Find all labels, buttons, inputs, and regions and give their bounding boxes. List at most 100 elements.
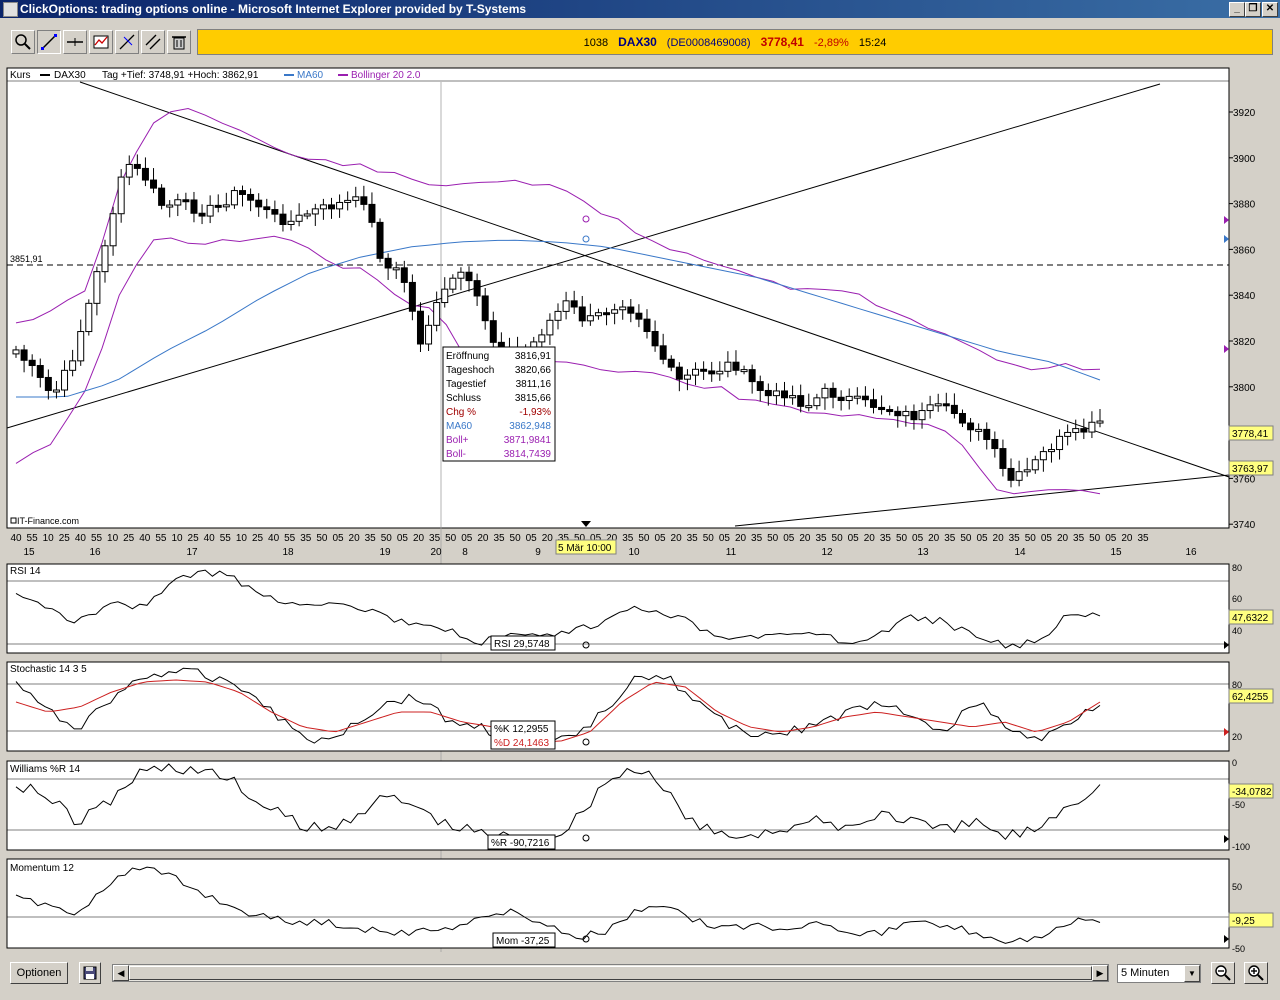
candle-body <box>992 439 998 448</box>
channel-tool-button[interactable] <box>141 30 165 54</box>
x-tick-day: 16 <box>1185 547 1197 558</box>
trendline-icon <box>40 33 58 51</box>
x-tick-day: 20 <box>430 547 442 558</box>
candle-body <box>571 301 577 307</box>
save-button[interactable] <box>79 962 101 984</box>
fibonacci-icon <box>118 33 136 51</box>
candle-body <box>118 177 124 214</box>
candle-body <box>725 362 731 371</box>
stochastic-panel-frame <box>7 662 1229 751</box>
x-tick-day: 15 <box>1110 547 1122 558</box>
scroll-left-arrow-icon[interactable]: ◀ <box>113 965 129 981</box>
candle-body <box>458 272 464 278</box>
x-tick-minute: 20 <box>477 533 489 544</box>
williams-panel[interactable]: Williams %R 14 0 -50 -100 %R -90,7216 -3… <box>7 758 1273 852</box>
info-box-value: 3862,948 <box>509 421 551 432</box>
x-tick-minute: 35 <box>365 533 377 544</box>
zoom-out-button[interactable] <box>1211 962 1235 984</box>
cursor-date-text: 5 Mär 10:00 <box>558 543 612 554</box>
candle-body <box>159 188 165 205</box>
x-tick-day: 10 <box>628 547 640 558</box>
last-price-tag-text: 3778,41 <box>1232 429 1269 440</box>
scroll-thumb[interactable] <box>129 966 1092 980</box>
x-tick-minute: 25 <box>252 533 264 544</box>
candle-body <box>304 214 310 216</box>
candle-body <box>110 214 116 246</box>
x-tick-minute: 50 <box>638 533 650 544</box>
rsi-readout: RSI 29,5748 <box>494 639 550 650</box>
time-scrollbar[interactable]: ◀ ▶ <box>112 964 1109 982</box>
candle-body <box>167 205 173 207</box>
x-tick-minute: 10 <box>236 533 248 544</box>
candle-body <box>401 268 407 283</box>
candle-body <box>142 168 148 180</box>
candle-body <box>45 377 51 390</box>
candle-body <box>361 197 367 205</box>
candle-body <box>231 191 237 205</box>
horizontal-line-tool-button[interactable] <box>63 30 87 54</box>
x-tick-minute: 20 <box>1057 533 1069 544</box>
copyright-label: IT-Finance.com <box>17 516 79 526</box>
channel-icon <box>144 33 162 51</box>
candle-body <box>887 410 893 412</box>
indicator-tool-button[interactable] <box>89 30 113 54</box>
zoom-out-icon <box>1215 965 1231 981</box>
x-tick-minute: 35 <box>1009 533 1021 544</box>
chevron-down-icon[interactable]: ▼ <box>1184 965 1200 982</box>
candle-body <box>426 325 432 344</box>
candle-body <box>660 346 666 359</box>
y-tick-label: 3920 <box>1233 108 1256 119</box>
x-tick-day: 15 <box>23 547 35 558</box>
restore-button[interactable]: ❐ <box>1245 2 1261 17</box>
zoom-tool-button[interactable] <box>11 30 35 54</box>
x-tick-day: 13 <box>917 547 929 558</box>
x-tick-minute: 05 <box>526 533 538 544</box>
trendline-tool-button[interactable] <box>37 30 61 54</box>
delete-tool-button[interactable] <box>167 30 191 54</box>
candle-body <box>369 204 375 222</box>
x-tick-minute: 05 <box>783 533 795 544</box>
candle-body <box>1008 468 1014 480</box>
candle-body <box>951 405 957 413</box>
minimize-button[interactable]: _ <box>1229 2 1245 17</box>
candle-body <box>29 360 35 365</box>
candle-body <box>1073 429 1079 433</box>
info-box-label: Tageshoch <box>446 365 494 376</box>
x-tick-minute: 35 <box>751 533 763 544</box>
scroll-right-arrow-icon[interactable]: ▶ <box>1092 965 1108 981</box>
candle-body <box>256 200 262 207</box>
candle-body <box>353 197 359 201</box>
chart-area[interactable]: Kurs DAX30 Tag +Tief: 3748,91 +Hoch: 386… <box>0 62 1280 952</box>
fibonacci-tool-button[interactable] <box>115 30 139 54</box>
x-tick-minute: 50 <box>316 533 328 544</box>
rsi-panel[interactable]: RSI 14 80 60 40 RSI 29,5748 47,6322 <box>7 563 1273 653</box>
x-tick-minute: 05 <box>1105 533 1117 544</box>
x-tick-minute: 20 <box>1121 533 1133 544</box>
close-button[interactable]: ✕ <box>1262 2 1278 17</box>
candle-body <box>652 331 658 345</box>
x-tick-minute: 10 <box>43 533 55 544</box>
x-tick-minute: 35 <box>300 533 312 544</box>
x-tick-minute: 55 <box>91 533 103 544</box>
candle-body <box>1065 432 1071 436</box>
info-box-label: Boll- <box>446 449 466 460</box>
candle-body <box>296 215 302 221</box>
interval-select[interactable]: 5 Minuten ▼ <box>1117 964 1201 983</box>
info-box-label: Chg % <box>446 407 476 418</box>
candle-body <box>555 311 561 320</box>
options-button[interactable]: Optionen <box>10 962 68 984</box>
momentum-panel[interactable]: Momentum 12 50 -50 Mom -37,25 -9,25 <box>7 859 1273 952</box>
stochastic-panel[interactable]: Stochastic 14 3 5 80 20 %K 12,2955 %D 24… <box>7 662 1273 751</box>
candle-body <box>1016 472 1022 481</box>
candle-body <box>86 303 92 331</box>
candle-body <box>879 407 885 409</box>
candle-body <box>773 391 779 396</box>
x-tick-minute: 10 <box>107 533 119 544</box>
candle-body <box>1032 460 1038 470</box>
candle-body <box>563 301 569 312</box>
candle-body <box>604 313 610 315</box>
x-tick-minute: 20 <box>735 533 747 544</box>
zoom-in-button[interactable] <box>1244 962 1268 984</box>
candle-body <box>13 350 19 354</box>
legend-range: Tag +Tief: 3748,91 +Hoch: 3862,91 <box>102 70 259 81</box>
